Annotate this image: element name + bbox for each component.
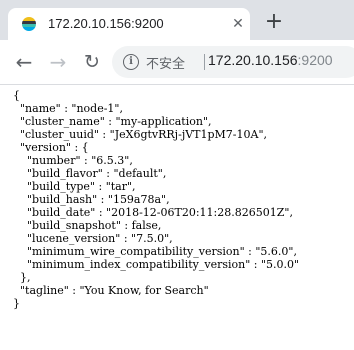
page-content: { "name" : "node-1", "cluster_name" : "m… bbox=[0, 85, 354, 350]
tab-title: 172.20.10.156:9200 bbox=[48, 16, 164, 31]
json-line: "build_date" : "2018-12-06T20:11:28.8265… bbox=[13, 206, 293, 219]
browser-toolbar: ← → ↻ i 不安全 172.20.10.156:9200 bbox=[0, 40, 354, 85]
json-line: "cluster_name" : "my-application", bbox=[13, 115, 212, 128]
json-line: "build_flavor" : "default", bbox=[13, 167, 167, 180]
json-line: "name" : "node-1", bbox=[13, 102, 123, 115]
close-icon[interactable]: ✕ bbox=[230, 16, 246, 32]
elastic-logo-icon bbox=[22, 17, 36, 31]
json-line: "minimum_wire_compatibility_version" : "… bbox=[13, 245, 297, 258]
url-port: :9200 bbox=[297, 52, 333, 68]
url-host: 172.20.10.156 bbox=[208, 52, 298, 68]
address-bar[interactable]: i 不安全 172.20.10.156:9200 bbox=[112, 46, 354, 78]
security-label[interactable]: 不安全 bbox=[146, 53, 185, 72]
url-text[interactable]: 172.20.10.156:9200 bbox=[208, 52, 333, 68]
json-line: "minimum_index_compatibility_version" : … bbox=[13, 258, 300, 271]
json-line: "tagline" : "You Know, for Search" bbox=[13, 284, 209, 297]
new-tab-button[interactable]: + bbox=[262, 11, 286, 35]
back-button[interactable]: ← bbox=[12, 50, 36, 74]
json-line: "cluster_uuid" : "JeX6gtvRRj-jVT1pM7-10A… bbox=[13, 128, 268, 141]
info-icon[interactable]: i bbox=[123, 54, 139, 70]
json-line: "build_snapshot" : false, bbox=[13, 219, 162, 232]
json-line: "number" : "6.5.3", bbox=[13, 154, 133, 167]
address-separator bbox=[204, 54, 205, 70]
json-line: { bbox=[13, 89, 20, 102]
json-line: "version" : { bbox=[13, 141, 89, 154]
json-line: "build_hash" : "159a78a", bbox=[13, 193, 170, 206]
json-line: } bbox=[13, 297, 20, 310]
reload-button[interactable]: ↻ bbox=[80, 50, 104, 74]
json-response: { "name" : "node-1", "cluster_name" : "m… bbox=[0, 85, 354, 310]
active-tab[interactable]: 172.20.10.156:9200 ✕ bbox=[8, 8, 250, 40]
json-line: "lucene_version" : "7.5.0", bbox=[13, 232, 173, 245]
tab-strip: 172.20.10.156:9200 ✕ + bbox=[0, 0, 354, 40]
json-line: "build_type" : "tar", bbox=[13, 180, 136, 193]
forward-button[interactable]: → bbox=[46, 50, 70, 74]
json-line: }, bbox=[13, 271, 31, 284]
